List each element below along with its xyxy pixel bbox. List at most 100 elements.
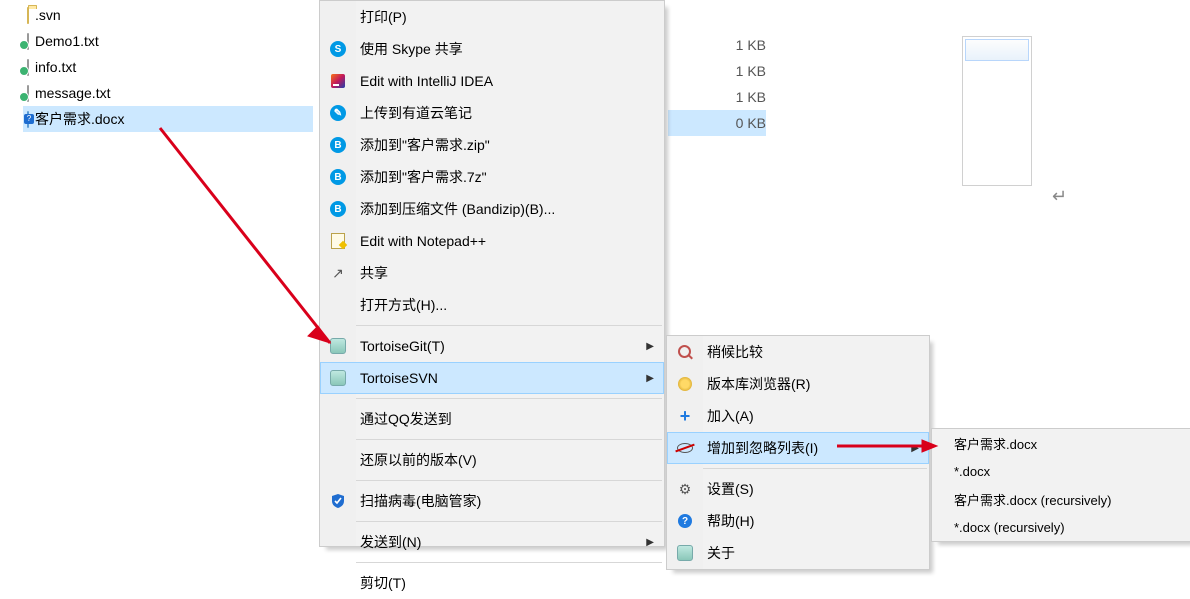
context-menu: 打印(P) S 使用 Skype 共享 Edit with IntelliJ ID… xyxy=(319,0,665,547)
folder-icon xyxy=(27,8,29,23)
menu-label: 共享 xyxy=(360,263,388,283)
menu-label: 加入(A) xyxy=(707,406,754,426)
shield-icon xyxy=(329,492,347,510)
help-icon: ? xyxy=(676,512,694,530)
svn-add[interactable]: + 加入(A) xyxy=(667,400,929,432)
ignore-exact-file[interactable]: 客户需求.docx xyxy=(932,429,1190,457)
menu-label: 上传到有道云笔记 xyxy=(360,103,472,123)
plus-icon: + xyxy=(676,407,694,425)
svn-add-to-ignore[interactable]: 增加到忽略列表(I)▶ xyxy=(667,432,929,464)
menu-item-7z[interactable]: B添加到"客户需求.7z" xyxy=(320,161,664,193)
svn-settings[interactable]: ⚙设置(S) xyxy=(667,473,929,505)
menu-item-sendto[interactable]: 发送到(N) ▶ xyxy=(320,526,664,558)
menu-item-zip[interactable]: B 添加到"客户需求.zip" xyxy=(320,129,664,161)
menu-item-restore-version[interactable]: 还原以前的版本(V) xyxy=(320,444,664,476)
svn-about[interactable]: 关于 xyxy=(667,537,929,569)
svn-diff-later[interactable]: 稍候比较 xyxy=(667,336,929,368)
file-row[interactable]: info.txt xyxy=(23,54,313,80)
menu-label: 增加到忽略列表(I) xyxy=(707,438,818,458)
menu-label: Edit with IntelliJ IDEA xyxy=(360,73,493,89)
menu-separator xyxy=(356,480,662,481)
menu-label: TortoiseGit(T) xyxy=(360,338,445,354)
tortoisesvn-submenu: 稍候比较 版本库浏览器(R) + 加入(A) 增加到忽略列表(I)▶ ⚙设置(S)… xyxy=(666,335,930,570)
menu-item-print[interactable]: 打印(P) xyxy=(320,1,664,33)
gear-icon: ⚙ xyxy=(676,480,694,498)
menu-label: 添加到"客户需求.zip" xyxy=(360,135,490,155)
menu-label: 添加到压缩文件 (Bandizip)(B)... xyxy=(360,199,555,219)
text-file-icon xyxy=(27,34,29,49)
file-name: .svn xyxy=(35,7,61,23)
menu-label: 打印(P) xyxy=(360,7,407,27)
menu-label: 稍候比较 xyxy=(707,342,763,362)
svn-help[interactable]: ? 帮助(H) xyxy=(667,505,929,537)
file-row[interactable]: .svn xyxy=(23,2,313,28)
menu-label: *.docx xyxy=(954,464,990,479)
menu-separator xyxy=(356,439,662,440)
file-row[interactable]: Demo1.txt xyxy=(23,28,313,54)
menu-label: 版本库浏览器(R) xyxy=(707,374,810,394)
size-column: 1 KB 1 KB 1 KB 0 KB xyxy=(668,32,766,136)
menu-item-openwith[interactable]: 打开方式(H)... xyxy=(320,289,664,321)
submenu-arrow-icon: ▶ xyxy=(646,341,654,352)
repo-icon xyxy=(676,375,694,393)
menu-label: 打开方式(H)... xyxy=(360,295,447,315)
menu-label: 通过QQ发送到 xyxy=(360,409,452,429)
menu-item-cut[interactable]: 剪切(T) xyxy=(320,567,664,599)
intellij-icon xyxy=(329,72,347,90)
file-list: .svn Demo1.txt info.txt message.txt 客户需求… xyxy=(23,2,313,132)
file-size: 1 KB xyxy=(668,32,766,58)
file-row-selected[interactable]: 客户需求.docx xyxy=(23,106,313,132)
menu-item-scan-virus[interactable]: 扫描病毒(电脑管家) xyxy=(320,485,664,517)
submenu-arrow-icon: ▶ xyxy=(646,537,654,548)
menu-label: 客户需求.docx xyxy=(954,434,1037,453)
archive-icon: B xyxy=(329,200,347,218)
tortoise-icon xyxy=(329,369,347,387)
menu-label: TortoiseSVN xyxy=(360,370,438,386)
menu-item-intellij[interactable]: Edit with IntelliJ IDEA xyxy=(320,65,664,97)
menu-separator xyxy=(356,398,662,399)
menu-item-skype[interactable]: S 使用 Skype 共享 xyxy=(320,33,664,65)
file-size: 0 KB xyxy=(668,110,766,136)
preview-panel xyxy=(962,36,1032,186)
menu-label: 关于 xyxy=(707,543,735,563)
menu-item-tortoisegit[interactable]: TortoiseGit(T) ▶ xyxy=(320,330,664,362)
return-symbol: ↵ xyxy=(1052,186,1067,207)
skype-icon: S xyxy=(329,40,347,58)
ignore-extension[interactable]: *.docx xyxy=(932,457,1190,485)
ignore-list-submenu: 客户需求.docx *.docx 客户需求.docx (recursively)… xyxy=(931,428,1190,542)
menu-label: 发送到(N) xyxy=(360,532,421,552)
ignore-exact-recursive[interactable]: 客户需求.docx (recursively) xyxy=(932,485,1190,513)
file-row[interactable]: message.txt xyxy=(23,80,313,106)
menu-separator xyxy=(356,521,662,522)
menu-item-qq-send[interactable]: 通过QQ发送到 xyxy=(320,403,664,435)
archive-icon: B xyxy=(329,168,347,186)
menu-item-tortoisesvn[interactable]: TortoiseSVN ▶ xyxy=(320,362,664,394)
menu-label: 帮助(H) xyxy=(707,511,754,531)
menu-label: *.docx (recursively) xyxy=(954,520,1065,535)
archive-icon: B xyxy=(329,136,347,154)
menu-item-youdao[interactable]: ✎ 上传到有道云笔记 xyxy=(320,97,664,129)
file-size: 1 KB xyxy=(668,58,766,84)
tortoise-icon xyxy=(329,337,347,355)
menu-label: 剪切(T) xyxy=(360,573,406,593)
menu-separator xyxy=(356,562,662,563)
text-file-icon xyxy=(27,86,29,101)
file-name: message.txt xyxy=(35,85,110,101)
menu-separator xyxy=(356,325,662,326)
svn-repo-browser[interactable]: 版本库浏览器(R) xyxy=(667,368,929,400)
notepad-icon xyxy=(329,232,347,250)
menu-item-notepad[interactable]: Edit with Notepad++ xyxy=(320,225,664,257)
file-name: info.txt xyxy=(35,59,76,75)
ignore-icon xyxy=(676,439,694,457)
file-name: Demo1.txt xyxy=(35,33,99,49)
menu-label: 使用 Skype 共享 xyxy=(360,39,463,59)
share-icon: ↗ xyxy=(329,264,347,282)
ignore-extension-recursive[interactable]: *.docx (recursively) xyxy=(932,513,1190,541)
menu-label: 扫描病毒(电脑管家) xyxy=(360,491,481,511)
menu-item-share[interactable]: ↗ 共享 xyxy=(320,257,664,289)
file-size: 1 KB xyxy=(668,84,766,110)
submenu-arrow-icon: ▶ xyxy=(646,373,654,384)
youdao-icon: ✎ xyxy=(329,104,347,122)
text-file-icon xyxy=(27,60,29,75)
menu-item-bandizip[interactable]: B 添加到压缩文件 (Bandizip)(B)... xyxy=(320,193,664,225)
